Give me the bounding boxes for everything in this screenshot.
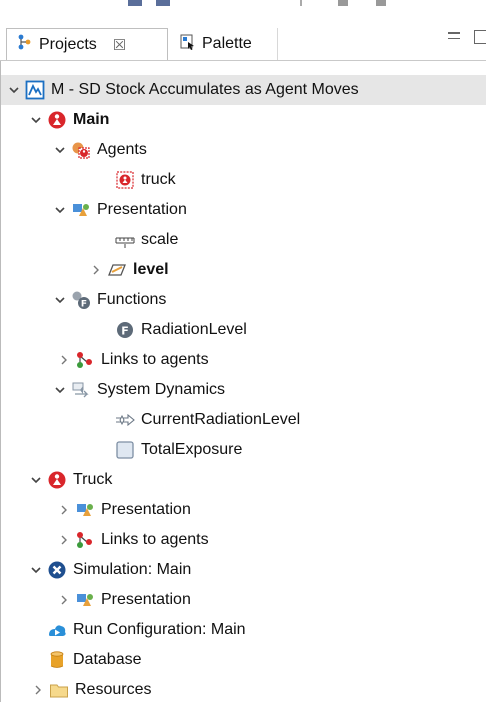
top-strip <box>0 0 486 12</box>
agent-type-icon <box>47 470 67 490</box>
agents-folder-icon <box>71 140 91 160</box>
tree-item-label: CurrentRadiationLevel <box>141 411 301 428</box>
level-icon <box>107 260 127 280</box>
svg-text:F: F <box>81 300 87 310</box>
chevron-down-icon[interactable] <box>29 473 43 487</box>
tree-item-label: truck <box>141 171 176 188</box>
tree-item-currentradiationlevel[interactable]: CurrentRadiationLevel <box>1 405 486 435</box>
tree-item-presentation[interactable]: Presentation <box>1 495 486 525</box>
tree-item-truck-population[interactable]: truck <box>1 165 486 195</box>
tree-item-label: Resources <box>75 681 152 698</box>
folder-icon <box>49 680 69 700</box>
tree-item-label: Run Configuration: Main <box>73 621 246 638</box>
chevron-right-icon[interactable] <box>57 593 71 607</box>
chevron-down-icon[interactable] <box>53 143 67 157</box>
tree-item-label: Links to agents <box>101 531 209 548</box>
chevron-down-icon[interactable] <box>53 293 67 307</box>
chevron-down-icon[interactable] <box>7 83 21 97</box>
toolbar-fragment <box>128 0 142 6</box>
links-icon <box>75 350 95 370</box>
agent-type-icon <box>47 110 67 130</box>
run-configuration-icon <box>47 620 67 640</box>
database-icon <box>47 650 67 670</box>
toolbar-fragment <box>376 0 386 6</box>
tree-item-label: M - SD Stock Accumulates as Agent Moves <box>51 81 359 98</box>
toolbar-fragment <box>338 0 348 6</box>
projects-tree: M - SD Stock Accumulates as Agent Moves … <box>0 61 486 702</box>
tree-item-functions[interactable]: F Functions <box>1 285 486 315</box>
functions-folder-icon: F <box>71 290 91 310</box>
tree-item-radiationlevel[interactable]: F RadiationLevel <box>1 315 486 345</box>
tree-item-system-dynamics[interactable]: System Dynamics <box>1 375 486 405</box>
tree-item-label: Main <box>73 111 110 128</box>
tab-projects-label: Projects <box>39 35 97 53</box>
tree-item-label: RadiationLevel <box>141 321 247 338</box>
tree-item-simulation-main[interactable]: Simulation: Main <box>1 555 486 585</box>
tree-item-label: Agents <box>97 141 147 158</box>
presentation-icon <box>71 200 91 220</box>
chevron-right-icon[interactable] <box>57 353 71 367</box>
tree-item-resources[interactable]: Resources <box>1 675 486 705</box>
tree-item-label: Simulation: Main <box>73 561 192 578</box>
tree-item-label: Presentation <box>101 501 191 518</box>
tree-item-links-to-agents[interactable]: Links to agents <box>1 525 486 555</box>
model-icon <box>25 80 45 100</box>
tree-item-label: Truck <box>73 471 113 488</box>
scale-icon <box>115 230 135 250</box>
system-dynamics-icon <box>71 380 91 400</box>
toolbar-separator <box>300 0 302 6</box>
projects-icon <box>17 34 33 55</box>
tree-item-label: Links to agents <box>101 351 209 368</box>
chevron-down-icon[interactable] <box>29 113 43 127</box>
close-icon[interactable]: ☒ <box>113 36 126 54</box>
tree-item-label: level <box>133 261 169 278</box>
flow-icon <box>115 410 135 430</box>
tree-item-level[interactable]: level <box>1 255 486 285</box>
tree-item-run-configuration[interactable]: Run Configuration: Main <box>1 615 486 645</box>
svg-text:F: F <box>121 325 129 338</box>
presentation-icon <box>75 500 95 520</box>
view-tab-bar: Projects ☒ Palette <box>0 24 486 61</box>
tree-item-label: System Dynamics <box>97 381 226 398</box>
tree-item-links-to-agents[interactable]: Links to agents <box>1 345 486 375</box>
tab-palette-label: Palette <box>202 35 252 52</box>
tree-item-label: scale <box>141 231 179 248</box>
embedded-agent-icon <box>115 170 135 190</box>
chevron-right-icon[interactable] <box>57 533 71 547</box>
maximize-icon[interactable] <box>474 30 486 44</box>
tab-palette[interactable]: Palette <box>178 28 278 60</box>
chevron-down-icon[interactable] <box>29 563 43 577</box>
tree-item-scale[interactable]: scale <box>1 225 486 255</box>
tree-item-database[interactable]: Database <box>1 645 486 675</box>
tree-item-agents[interactable]: Agents <box>1 135 486 165</box>
links-icon <box>75 530 95 550</box>
tree-item-model[interactable]: M - SD Stock Accumulates as Agent Moves <box>1 75 486 105</box>
tree-item-label: TotalExposure <box>141 441 243 458</box>
tree-item-main-agent[interactable]: Main <box>1 105 486 135</box>
tree-item-label: Functions <box>97 291 167 308</box>
palette-icon <box>180 34 196 55</box>
function-icon: F <box>115 320 135 340</box>
experiment-icon <box>47 560 67 580</box>
tree-item-presentation[interactable]: Presentation <box>1 195 486 225</box>
toolbar-fragment <box>156 0 170 6</box>
tree-item-label: Presentation <box>101 591 191 608</box>
chevron-right-icon[interactable] <box>57 503 71 517</box>
tab-projects[interactable]: Projects ☒ <box>6 28 168 60</box>
minimize-icon[interactable] <box>448 32 460 39</box>
tree-item-presentation[interactable]: Presentation <box>1 585 486 615</box>
presentation-icon <box>75 590 95 610</box>
tree-item-label: Database <box>73 651 142 668</box>
chevron-right-icon[interactable] <box>31 683 45 697</box>
stock-icon <box>115 440 135 460</box>
chevron-right-icon[interactable] <box>89 263 103 277</box>
tree-item-truck-agent[interactable]: Truck <box>1 465 486 495</box>
tree-item-label: Presentation <box>97 201 187 218</box>
chevron-down-icon[interactable] <box>53 383 67 397</box>
chevron-down-icon[interactable] <box>53 203 67 217</box>
tree-item-totalexposure[interactable]: TotalExposure <box>1 435 486 465</box>
